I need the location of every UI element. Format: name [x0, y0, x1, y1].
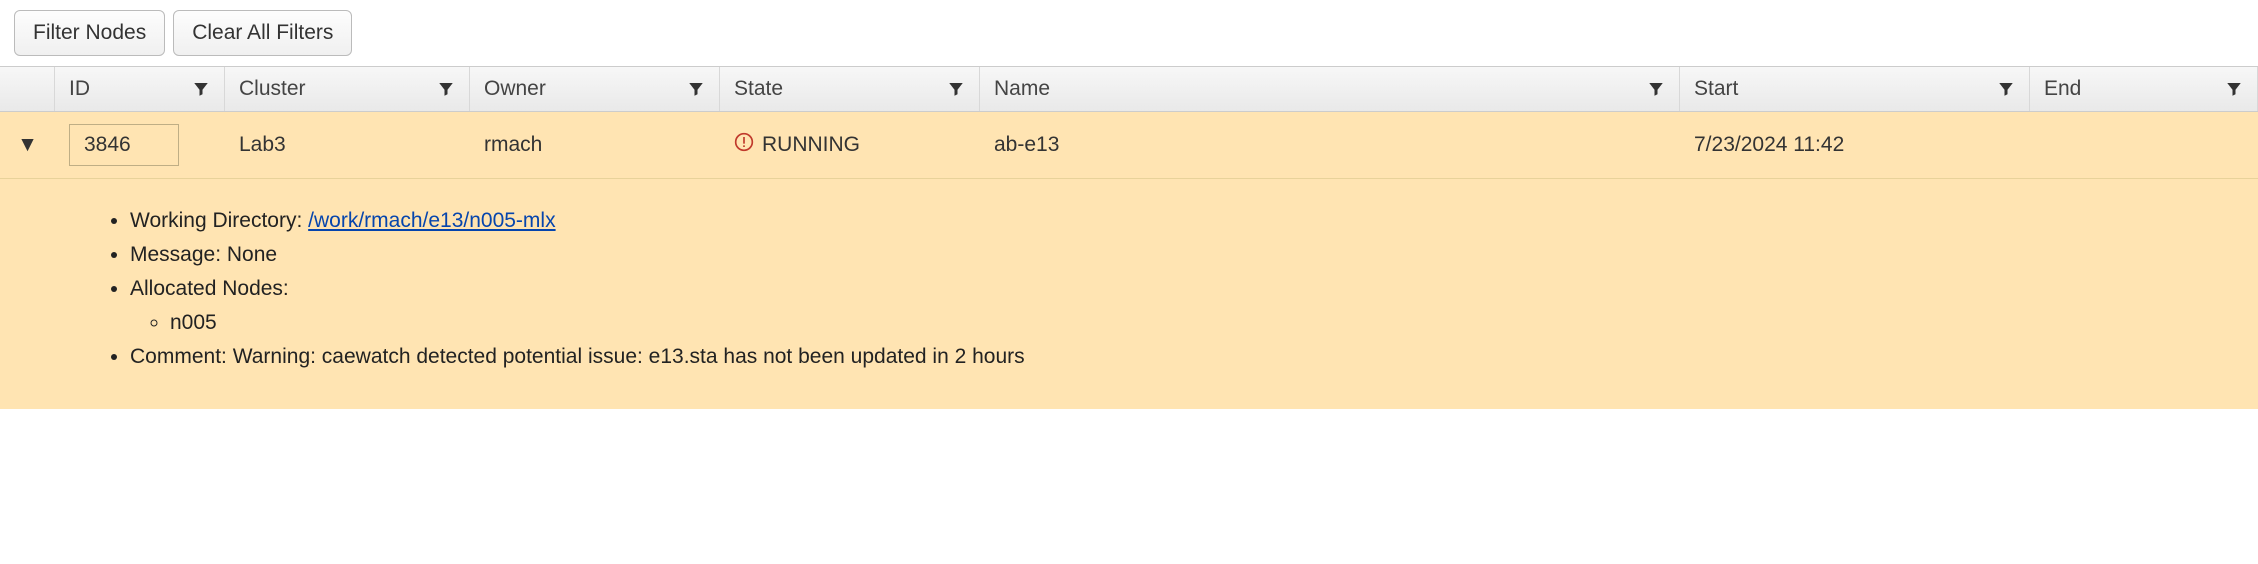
column-label: State: [734, 77, 783, 101]
column-label: ID: [69, 77, 90, 101]
table-row[interactable]: ▼ 3846 Lab3 rmach RUNNING ab-e13 7/23/20…: [0, 112, 2258, 179]
detail-working-directory: Working Directory: /work/rmach/e13/n005-…: [130, 209, 2198, 233]
cell-state: RUNNING: [720, 120, 980, 170]
filter-icon[interactable]: [687, 80, 705, 98]
working-directory-link[interactable]: /work/rmach/e13/n005-mlx: [308, 209, 555, 232]
column-header-expand: [0, 67, 55, 111]
message-value: None: [227, 243, 277, 266]
column-header-state[interactable]: State: [720, 67, 980, 111]
filter-icon[interactable]: [947, 80, 965, 98]
table-header-row: ID Cluster Owner State Name Start End: [0, 66, 2258, 112]
detail-label: Allocated Nodes:: [130, 277, 289, 300]
detail-allocated-nodes: Allocated Nodes: n005: [130, 277, 2198, 335]
filter-icon[interactable]: [1997, 80, 2015, 98]
filter-icon[interactable]: [437, 80, 455, 98]
column-header-name[interactable]: Name: [980, 67, 1680, 111]
filter-icon[interactable]: [2225, 80, 2243, 98]
cell-id: 3846: [55, 112, 225, 178]
chevron-down-icon: ▼: [17, 133, 38, 156]
column-header-end[interactable]: End: [2030, 67, 2258, 111]
cell-name: ab-e13: [980, 121, 1680, 169]
filter-icon[interactable]: [1647, 80, 1665, 98]
detail-label: Message:: [130, 243, 227, 266]
column-header-id[interactable]: ID: [55, 67, 225, 111]
cell-owner: rmach: [470, 121, 720, 169]
detail-label: Comment:: [130, 345, 233, 368]
id-value[interactable]: 3846: [69, 124, 179, 166]
filter-nodes-button[interactable]: Filter Nodes: [14, 10, 165, 56]
state-value: RUNNING: [762, 133, 860, 157]
warning-icon: [734, 132, 754, 158]
comment-value: Warning: caewatch detected potential iss…: [233, 345, 1025, 368]
allocated-node-item: n005: [170, 311, 2198, 335]
column-label: Start: [1694, 77, 1738, 101]
filter-icon[interactable]: [192, 80, 210, 98]
cell-end: [2030, 133, 2258, 157]
column-label: Cluster: [239, 77, 306, 101]
detail-comment: Comment: Warning: caewatch detected pote…: [130, 345, 2198, 369]
cell-start: 7/23/2024 11:42: [1680, 121, 2030, 169]
clear-all-filters-button[interactable]: Clear All Filters: [173, 10, 352, 56]
expand-toggle[interactable]: ▼: [0, 121, 55, 169]
column-header-owner[interactable]: Owner: [470, 67, 720, 111]
detail-message: Message: None: [130, 243, 2198, 267]
column-label: Owner: [484, 77, 546, 101]
column-header-cluster[interactable]: Cluster: [225, 67, 470, 111]
column-header-start[interactable]: Start: [1680, 67, 2030, 111]
toolbar: Filter Nodes Clear All Filters: [0, 0, 2258, 66]
row-details-panel: Working Directory: /work/rmach/e13/n005-…: [0, 179, 2258, 409]
detail-label: Working Directory:: [130, 209, 308, 232]
cell-cluster: Lab3: [225, 121, 470, 169]
column-label: End: [2044, 77, 2081, 101]
column-label: Name: [994, 77, 1050, 101]
